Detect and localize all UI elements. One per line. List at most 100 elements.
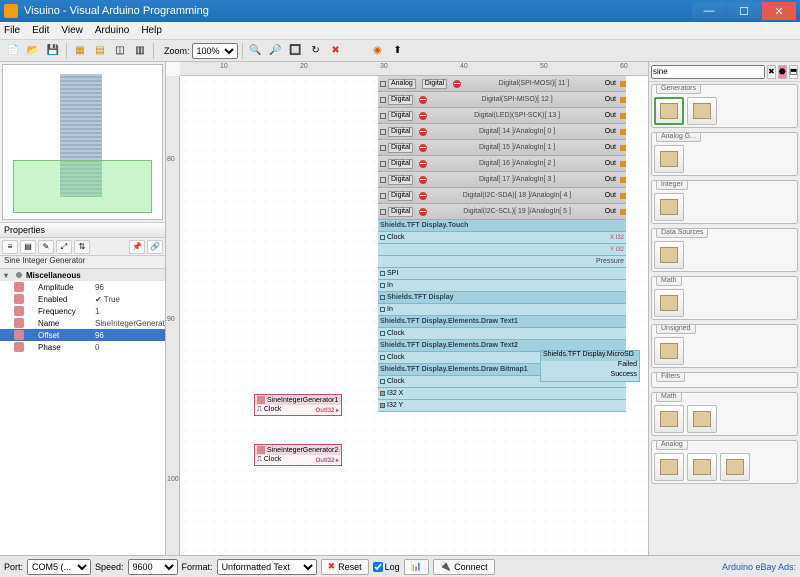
menu-help[interactable]: Help: [141, 25, 162, 36]
palette-group-title[interactable]: Unsigned: [656, 324, 696, 334]
palette-item[interactable]: [654, 97, 684, 125]
palette-group-title[interactable]: Math: [656, 276, 682, 286]
zoom-fit-button[interactable]: 🔲: [287, 42, 305, 60]
digital-pin-row[interactable]: DigitalDigital(I2C-SDA)[ 18 ]/AnalogIn[ …: [378, 188, 626, 204]
grid2-button[interactable]: ▤: [91, 42, 109, 60]
digital-pin-row[interactable]: DigitalDigital(SPI-MISO)[ 12 ]Out: [378, 92, 626, 108]
clock-port[interactable]: ⎍ Clock: [257, 406, 281, 414]
grid-button[interactable]: ▦: [71, 42, 89, 60]
tft-x-out[interactable]: X I32: [610, 235, 624, 241]
property-row-offset[interactable]: Offset96: [0, 329, 165, 341]
close-button[interactable]: ✕: [762, 2, 796, 20]
pin-in-socket[interactable]: [380, 209, 386, 215]
pin-out-socket[interactable]: [620, 193, 626, 199]
palette-item[interactable]: [654, 405, 684, 433]
digital-pin-row[interactable]: DigitalDigital[ 14 ]/AnalogIn[ 0 ]Out: [378, 124, 626, 140]
speed-select[interactable]: 9600: [128, 559, 178, 575]
property-value[interactable]: 1: [95, 307, 165, 316]
property-group[interactable]: ▾ Miscellaneous: [0, 269, 165, 281]
search-clear-button[interactable]: ✖: [767, 65, 776, 79]
property-row-name[interactable]: NameSineIntegerGenerator1: [0, 317, 165, 329]
pin-out-socket[interactable]: [620, 113, 626, 119]
property-row-enabled[interactable]: Enabled✔ True: [0, 293, 165, 305]
menu-file[interactable]: File: [4, 25, 20, 36]
palette-group-title[interactable]: Data Sources: [656, 228, 708, 238]
props-btn-3[interactable]: ✎: [38, 240, 54, 254]
pin-out-socket[interactable]: [620, 177, 626, 183]
palette-btn-1[interactable]: ⬣: [778, 65, 787, 79]
props-btn-4[interactable]: ⤢: [56, 240, 72, 254]
property-value[interactable]: SineIntegerGenerator1: [95, 319, 165, 328]
props-btn-2[interactable]: ▤: [20, 240, 36, 254]
out-port[interactable]: OutI32 ▸: [316, 407, 339, 414]
pin-out-socket[interactable]: [620, 97, 626, 103]
zoom-in-button[interactable]: 🔍: [247, 42, 265, 60]
pin-out-socket[interactable]: [620, 161, 626, 167]
palette-item[interactable]: [654, 241, 684, 269]
elem1-clock[interactable]: Clock: [387, 330, 624, 337]
palette-group-title[interactable]: Filters: [656, 372, 685, 382]
palette-item[interactable]: [687, 453, 717, 481]
property-value[interactable]: 96: [95, 331, 165, 340]
layout-button[interactable]: ◫: [111, 42, 129, 60]
digital-pin-row[interactable]: DigitalDigital(LED)(SPI-SCK)[ 13 ]Out: [378, 108, 626, 124]
palette-item[interactable]: [654, 193, 684, 221]
digital-pin-row[interactable]: DigitalDigital[ 17 ]/AnalogIn[ 3 ]Out: [378, 172, 626, 188]
collapse-icon[interactable]: ▾: [4, 271, 14, 280]
property-row-phase[interactable]: Phase0: [0, 341, 165, 353]
pin-out-socket[interactable]: [620, 145, 626, 151]
props-btn-1[interactable]: ≡: [2, 240, 18, 254]
port-select[interactable]: COM5 (...: [27, 559, 91, 575]
props-btn-pin[interactable]: 📌: [129, 240, 145, 254]
pin-in-socket[interactable]: [380, 97, 386, 103]
menu-arduino[interactable]: Arduino: [95, 25, 129, 36]
reset-button[interactable]: ✖Reset: [321, 559, 369, 575]
property-value[interactable]: 0: [95, 343, 165, 352]
palette-item[interactable]: [654, 453, 684, 481]
pin-out-socket[interactable]: [620, 129, 626, 135]
tft-pressure-out[interactable]: Pressure: [596, 258, 624, 265]
property-row-frequency[interactable]: Frequency1: [0, 305, 165, 317]
ebay-ads-link[interactable]: Arduino eBay Ads:: [722, 562, 796, 572]
palette-item[interactable]: [687, 405, 717, 433]
overview-pane[interactable]: [2, 64, 163, 220]
sine-generator-node-2[interactable]: SineIntegerGenerator2⎍ ClockOutI32 ▸: [254, 444, 342, 466]
clock-port[interactable]: ⎍ Clock: [257, 456, 281, 464]
pin-out-socket[interactable]: [620, 209, 626, 215]
palette-item[interactable]: [654, 337, 684, 365]
palette-item[interactable]: [654, 145, 684, 173]
pin-in-socket[interactable]: [380, 81, 386, 87]
refresh-button[interactable]: ↻: [307, 42, 325, 60]
out-port[interactable]: OutI32 ▸: [316, 457, 339, 464]
property-value[interactable]: ✔ True: [95, 295, 165, 304]
menu-edit[interactable]: Edit: [32, 25, 49, 36]
connect-button[interactable]: 🔌Connect: [433, 559, 495, 575]
format-select[interactable]: Unformatted Text: [217, 559, 317, 575]
property-value[interactable]: 96: [95, 283, 165, 292]
palette-btn-2[interactable]: ⬒: [789, 65, 799, 79]
layout2-button[interactable]: ▥: [131, 42, 149, 60]
pin-in-socket[interactable]: [380, 129, 386, 135]
microsd-failed[interactable]: Failed: [618, 361, 637, 371]
microsd-panel[interactable]: Shields.TFT Display.MicroSD Failed Succe…: [540, 350, 640, 382]
new-button[interactable]: 📄: [4, 42, 22, 60]
minimize-button[interactable]: —: [692, 2, 726, 20]
palette-item[interactable]: [687, 97, 717, 125]
menu-view[interactable]: View: [61, 25, 83, 36]
palette-group-title[interactable]: Integer: [656, 180, 688, 190]
pin-in-socket[interactable]: [380, 161, 386, 167]
tft-y-out[interactable]: Y I32: [610, 247, 624, 253]
pin-in-socket[interactable]: [380, 113, 386, 119]
palette-group-title[interactable]: Analog: [656, 440, 688, 450]
pin-in-socket[interactable]: [380, 177, 386, 183]
upload-button[interactable]: ⬆: [389, 42, 407, 60]
overview-viewport[interactable]: [13, 160, 153, 212]
pin-in-socket[interactable]: [380, 193, 386, 199]
zoom-select[interactable]: 100%: [192, 43, 238, 59]
delete-button[interactable]: ✖: [327, 42, 345, 60]
pin-in-socket[interactable]: [380, 145, 386, 151]
palette-scroll[interactable]: GeneratorsAnalog G...IntegerData Sources…: [649, 82, 800, 555]
save-button[interactable]: 💾: [44, 42, 62, 60]
compile-button[interactable]: ◉: [369, 42, 387, 60]
zoom-out-button[interactable]: 🔎: [267, 42, 285, 60]
